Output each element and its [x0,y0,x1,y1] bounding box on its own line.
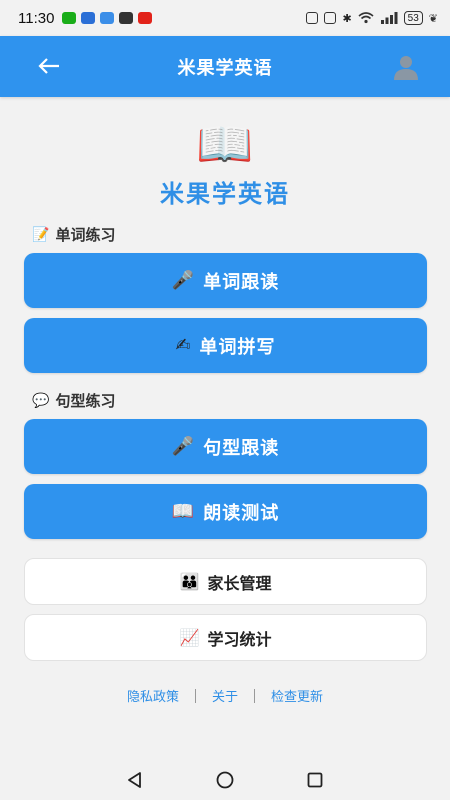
memo-icon: 📝 [32,226,50,243]
footer-links: 隐私政策 关于 检查更新 [0,686,450,705]
signal-icon [380,12,398,24]
hero-title: 米果学英语 [160,180,290,208]
section-label-word-practice: 📝 单词练习 [32,224,115,245]
learning-stats-button[interactable]: 📈 学习统计 [24,614,427,661]
app-notification-icon [81,12,96,24]
about-link[interactable]: 关于 [196,686,254,705]
back-triangle-icon[interactable] [126,771,144,789]
home-circle-icon[interactable] [215,770,235,790]
bluetooth-notification-icon [100,12,115,24]
sentence-read-along-button[interactable]: 🎤 句型跟读 [24,419,427,474]
back-button[interactable] [34,50,64,82]
family-icon: 👪 [179,572,200,591]
writing-hand-icon: ✍ [175,335,192,356]
check-update-link[interactable]: 检查更新 [255,686,339,705]
button-label: 家长管理 [207,573,272,593]
battery-icon: 53 [403,11,423,25]
status-bar: 11:30 ✱ 53 ❦ [0,0,450,36]
app-bar: 米果学英语 [0,36,450,97]
leaf-icon: ❦ [428,11,438,25]
user-avatar-icon [394,56,418,80]
book-icon: 📖 [196,117,254,171]
wechat-notification-icon [62,12,77,24]
vibrate-icon [324,12,337,24]
button-label: 单词跟读 [203,271,280,293]
microphone-icon: 🎤 [171,270,196,291]
system-status: ✱ 53 ❦ [306,11,438,25]
word-spelling-button[interactable]: ✍ 单词拼写 [24,318,427,373]
speech-bubble-icon: 💬 [32,392,50,409]
bluetooth-icon: ✱ [342,11,352,25]
notification-icons [62,12,153,24]
open-book-icon: 📖 [171,501,196,522]
word-read-along-button[interactable]: 🎤 单词跟读 [24,253,427,308]
microphone-icon: 🎤 [171,436,196,457]
privacy-policy-link[interactable]: 隐私政策 [111,686,195,705]
wifi-icon [358,12,374,24]
button-label: 学习统计 [207,629,272,649]
button-label: 句型跟读 [203,437,280,459]
chart-increasing-icon: 📈 [179,628,200,647]
section-title: 句型练习 [55,392,116,410]
profile-button[interactable] [392,53,420,81]
section-title: 单词练习 [55,226,116,244]
recents-square-icon[interactable] [306,771,324,789]
system-nav-bar [0,760,450,800]
button-label: 朗读测试 [203,502,280,524]
status-time: 11:30 [18,9,55,27]
section-label-sentence-practice: 💬 句型练习 [32,390,115,411]
app2-notification-icon [138,12,153,24]
page-title: 米果学英语 [177,57,273,79]
reading-test-button[interactable]: 📖 朗读测试 [24,484,427,539]
parent-management-button[interactable]: 👪 家长管理 [24,558,427,605]
nfc-icon [306,12,319,24]
arrow-left-icon [38,58,59,74]
qq-notification-icon [119,12,134,24]
button-label: 单词拼写 [199,336,276,358]
